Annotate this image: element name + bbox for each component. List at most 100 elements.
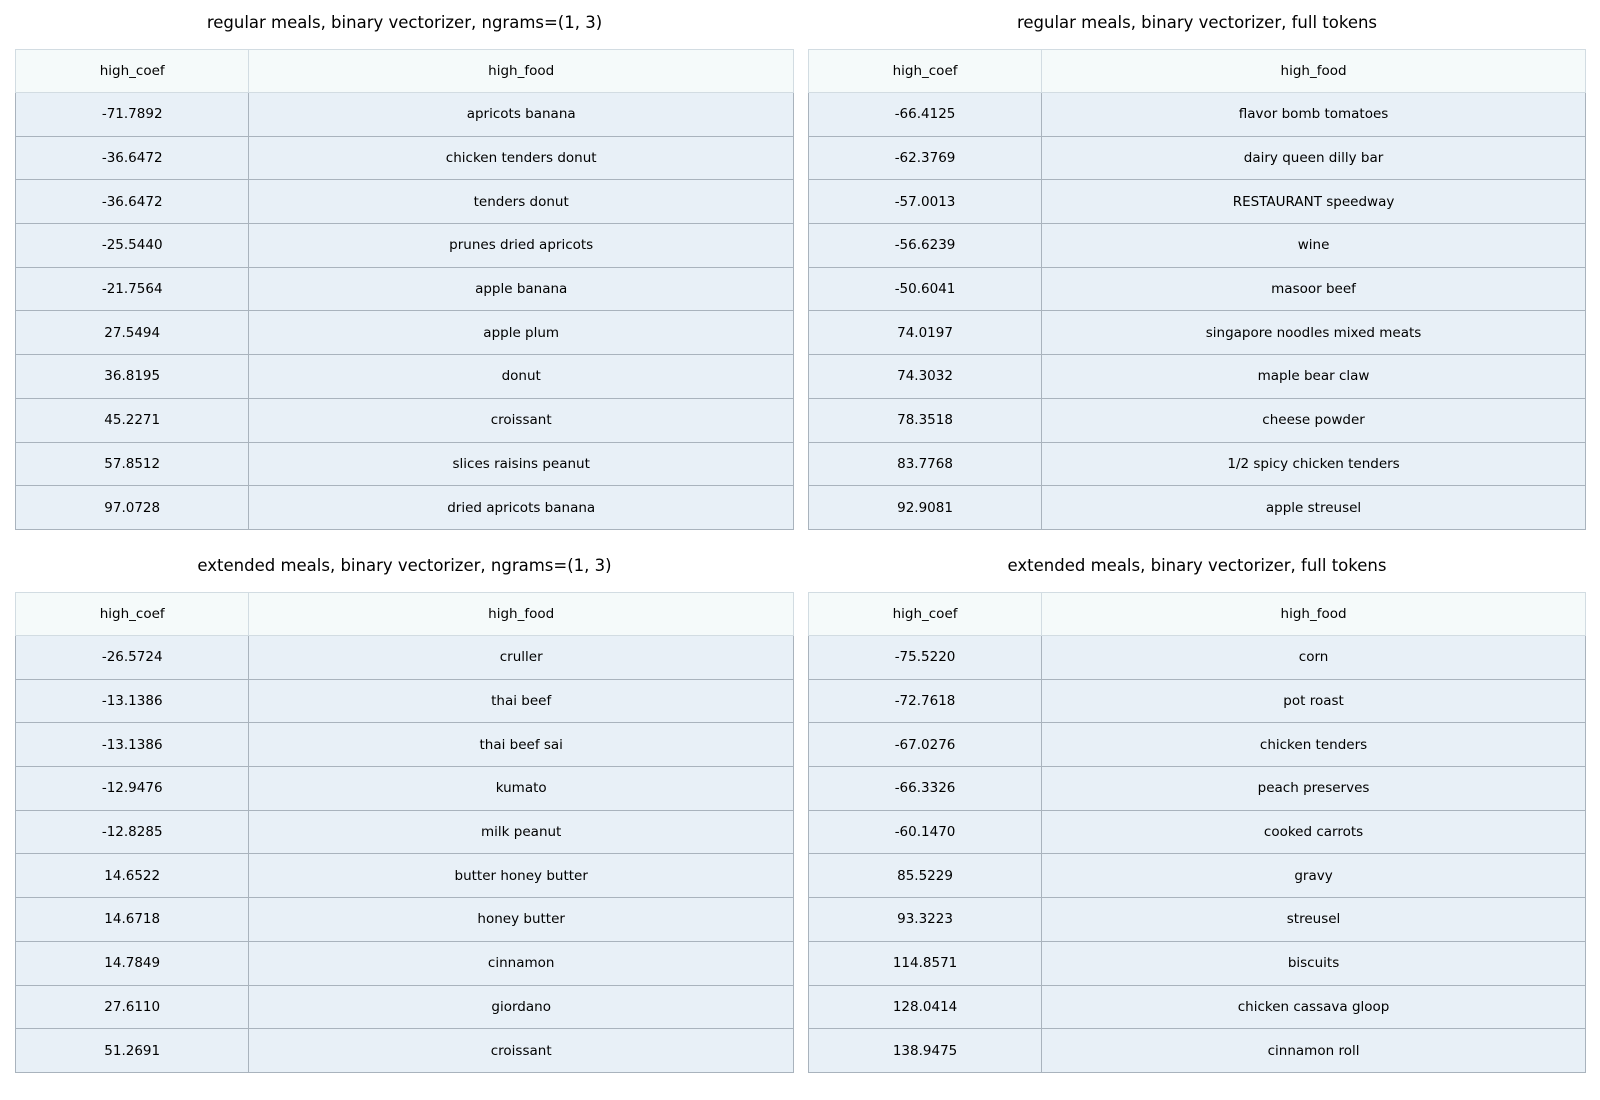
food-cell: wine <box>1041 223 1586 268</box>
table-row: -13.1386 thai beef <box>14 678 794 724</box>
food-cell: flavor bomb tomatoes <box>1041 92 1586 137</box>
food-cell: croissant <box>248 397 794 443</box>
coef-cell: 85.5229 <box>807 853 1043 899</box>
coef-cell: 57.8512 <box>14 441 250 487</box>
food-cell: kumato <box>248 766 794 811</box>
table-header-row: high_coef high_food <box>14 592 794 636</box>
table-row: -67.0276 chicken tenders <box>807 722 1586 768</box>
food-cell: biscuits <box>1041 940 1586 986</box>
food-cell: giordano <box>248 984 794 1030</box>
table-row: -12.8285 milk peanut <box>14 809 794 855</box>
food-cell: 1/2 spicy chicken tenders <box>1041 441 1586 487</box>
table-row: 14.7849 cinnamon <box>14 940 794 986</box>
table-row: 51.2691 croissant <box>14 1028 794 1073</box>
food-cell: honey butter <box>248 897 794 942</box>
table-row: 14.6718 honey butter <box>14 897 794 942</box>
coef-cell: 27.5494 <box>14 310 250 356</box>
table-row: -25.5440 prunes dried apricots <box>14 223 794 268</box>
table-row: 78.3518 cheese powder <box>807 397 1586 443</box>
food-cell: apple plum <box>248 310 794 356</box>
coef-cell: -12.9476 <box>14 766 250 811</box>
coef-cell: -36.6472 <box>14 179 250 225</box>
food-cell: singapore noodles mixed meats <box>1041 310 1586 356</box>
coef-cell: 92.9081 <box>807 485 1043 530</box>
table-row: -71.7892 apricots banana <box>14 92 794 137</box>
table-panel-regular-ngrams: regular meals, binary vectorizer, ngrams… <box>14 8 794 531</box>
coef-cell: 14.6718 <box>14 897 250 942</box>
food-cell: gravy <box>1041 853 1586 899</box>
coef-cell: 27.6110 <box>14 984 250 1030</box>
coef-cell: -25.5440 <box>14 223 250 268</box>
table-panel-regular-full-tokens: regular meals, binary vectorizer, full t… <box>807 8 1586 531</box>
coef-cell: 74.0197 <box>807 310 1043 356</box>
food-cell: apple streusel <box>1041 485 1586 530</box>
table-row: 14.6522 butter honey butter <box>14 853 794 899</box>
food-cell: butter honey butter <box>248 853 794 899</box>
coef-cell: -62.3769 <box>807 135 1043 181</box>
food-cell: apricots banana <box>248 92 794 137</box>
food-cell: cinnamon roll <box>1041 1028 1586 1073</box>
table-row: 45.2271 croissant <box>14 397 794 443</box>
column-header: high_coef <box>807 592 1043 636</box>
table-row: -36.6472 tenders donut <box>14 179 794 225</box>
table-row: -66.4125 flavor bomb tomatoes <box>807 92 1586 137</box>
food-cell: milk peanut <box>248 809 794 855</box>
food-cell: slices raisins peanut <box>248 441 794 487</box>
food-cell: prunes dried apricots <box>248 223 794 268</box>
coef-cell: -12.8285 <box>14 809 250 855</box>
coef-cell: -75.5220 <box>807 635 1043 680</box>
food-cell: maple bear claw <box>1041 354 1586 399</box>
table-row: 57.8512 slices raisins peanut <box>14 441 794 487</box>
coef-cell: -13.1386 <box>14 678 250 724</box>
coef-table: high_coef high_food -66.4125 flavor bomb to… <box>807 49 1586 530</box>
coef-cell: 36.8195 <box>14 354 250 399</box>
table-header-row: high_coef high_food <box>807 592 1586 636</box>
food-cell: peach preserves <box>1041 766 1586 811</box>
table-row: -26.5724 cruller <box>14 635 794 680</box>
coef-cell: 114.8571 <box>807 940 1043 986</box>
coef-cell: 138.9475 <box>807 1028 1043 1073</box>
table-row: -13.1386 thai beef sai <box>14 722 794 768</box>
table-row: 92.9081 apple streusel <box>807 485 1586 530</box>
coef-cell: -26.5724 <box>14 635 250 680</box>
table-title: regular meals, binary vectorizer, full t… <box>1016 13 1378 32</box>
table-row: 83.7768 1/2 spicy chicken tenders <box>807 441 1586 487</box>
table-row: -60.1470 cooked carrots <box>807 809 1586 855</box>
food-cell: RESTAURANT speedway <box>1041 179 1586 225</box>
coef-cell: 14.7849 <box>14 940 250 986</box>
coef-cell: -21.7564 <box>14 266 250 312</box>
food-cell: chicken tenders donut <box>248 135 794 181</box>
table-title: regular meals, binary vectorizer, ngrams… <box>206 13 603 32</box>
food-cell: tenders donut <box>248 179 794 225</box>
food-cell: croissant <box>248 1028 794 1073</box>
table-row: 85.5229 gravy <box>807 853 1586 899</box>
coef-cell: 97.0728 <box>14 485 250 530</box>
table-header-row: high_coef high_food <box>14 49 794 93</box>
coef-table: high_coef high_food -26.5724 cruller -13.138… <box>14 592 794 1073</box>
coef-cell: 45.2271 <box>14 397 250 443</box>
food-cell: thai beef <box>248 678 794 724</box>
coef-cell: -36.6472 <box>14 135 250 181</box>
table-row: 128.0414 chicken cassava gloop <box>807 984 1586 1030</box>
coef-cell: -66.4125 <box>807 92 1043 137</box>
table-header-row: high_coef high_food <box>807 49 1586 93</box>
food-cell: dried apricots banana <box>248 485 794 530</box>
table-row: 97.0728 dried apricots banana <box>14 485 794 530</box>
coef-cell: -72.7618 <box>807 678 1043 724</box>
coef-cell: 93.3223 <box>807 897 1043 942</box>
food-cell: pot roast <box>1041 678 1586 724</box>
table-row: 27.5494 apple plum <box>14 310 794 356</box>
table-panel-extended-full-tokens: extended meals, binary vectorizer, full … <box>807 551 1586 1074</box>
food-cell: cruller <box>248 635 794 680</box>
food-cell: apple banana <box>248 266 794 312</box>
table-row: -62.3769 dairy queen dilly bar <box>807 135 1586 181</box>
table-row: 93.3223 streusel <box>807 897 1586 942</box>
table-title: extended meals, binary vectorizer, full … <box>1007 556 1387 575</box>
coef-cell: -71.7892 <box>14 92 250 137</box>
table-row: -66.3326 peach preserves <box>807 766 1586 811</box>
food-cell: dairy queen dilly bar <box>1041 135 1586 181</box>
table-row: 114.8571 biscuits <box>807 940 1586 986</box>
food-cell: corn <box>1041 635 1586 680</box>
table-row: -72.7618 pot roast <box>807 678 1586 724</box>
table-row: 27.6110 giordano <box>14 984 794 1030</box>
